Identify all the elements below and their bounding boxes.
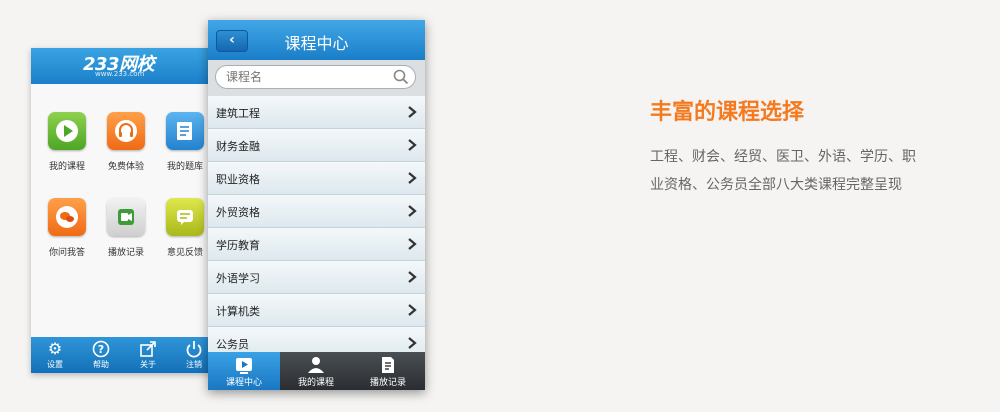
course-label: 学历教育 xyxy=(216,239,260,252)
tab-label: 播放记录 xyxy=(369,378,406,388)
settings-button[interactable]: ⚙ 设置 xyxy=(35,340,75,370)
power-icon xyxy=(174,340,211,358)
course-row-computer[interactable]: 计算机类 xyxy=(208,294,425,327)
tab-course-center[interactable]: 课程中心 xyxy=(208,352,280,390)
tab-label: 课程中心 xyxy=(225,378,262,388)
course-row-education[interactable]: 学历教育 xyxy=(208,228,425,261)
home-header: 233网校 www.233.com xyxy=(31,48,211,84)
feature-title: 丰富的课程选择 xyxy=(650,100,805,125)
chat-icon xyxy=(48,198,86,236)
course-label: 财务金融 xyxy=(216,140,260,153)
chevron-right-icon xyxy=(408,106,417,118)
tile-label: 你问我答 xyxy=(48,248,85,258)
share-icon xyxy=(128,340,168,358)
tile-qa[interactable]: 你问我答 xyxy=(41,198,93,258)
video-record-icon xyxy=(107,198,145,236)
tile-play-record[interactable]: 播放记录 xyxy=(100,198,152,258)
play-record-icon xyxy=(352,355,424,375)
chevron-right-icon xyxy=(408,337,417,349)
tile-label: 意见反馈 xyxy=(166,248,203,258)
settings-label: 设置 xyxy=(47,360,63,369)
tile-label: 播放记录 xyxy=(107,248,144,258)
course-row-professional[interactable]: 职业资格 xyxy=(208,162,425,195)
search-icon[interactable] xyxy=(393,69,409,85)
chevron-right-icon xyxy=(408,139,417,151)
course-center-screen: ‹ 课程中心 建筑工程 财务金融 职业资格 外贸资格 xyxy=(208,20,425,390)
search-bar xyxy=(208,60,425,97)
tile-my-courses[interactable]: 我的课程 xyxy=(41,112,93,172)
chevron-right-icon xyxy=(408,205,417,217)
feedback-icon xyxy=(166,198,204,236)
chevron-right-icon xyxy=(408,271,417,283)
headphones-icon xyxy=(107,112,145,150)
notebook-icon xyxy=(166,112,204,150)
about-button[interactable]: 关于 xyxy=(128,340,168,370)
about-label: 关于 xyxy=(140,360,156,369)
chevron-right-icon xyxy=(408,304,417,316)
tab-bar: 课程中心 我的课程 播放记录 xyxy=(208,352,425,390)
search-input[interactable] xyxy=(226,69,386,85)
course-row-finance[interactable]: 财务金融 xyxy=(208,129,425,162)
course-row-language[interactable]: 外语学习 xyxy=(208,261,425,294)
tile-question-bank[interactable]: 我的题库 xyxy=(159,112,211,172)
tab-label: 我的课程 xyxy=(297,378,334,388)
course-list: 建筑工程 财务金融 职业资格 外贸资格 学历教育 外语学习 计算机类 公务员 xyxy=(208,96,425,360)
tab-my-courses[interactable]: 我的课程 xyxy=(280,352,352,390)
my-course-icon xyxy=(280,355,352,375)
course-center-icon xyxy=(208,355,280,375)
course-label: 公务员 xyxy=(216,338,249,351)
chevron-right-icon xyxy=(408,238,417,250)
brand-url: www.233.com xyxy=(95,70,145,78)
logout-button[interactable]: 注销 xyxy=(174,340,211,370)
course-center-header: ‹ 课程中心 xyxy=(208,20,425,60)
course-label: 计算机类 xyxy=(216,305,260,318)
tile-label: 我的课程 xyxy=(48,162,85,172)
help-label: 帮助 xyxy=(93,360,109,369)
tile-free-trial[interactable]: 免费体验 xyxy=(100,112,152,172)
logout-label: 注销 xyxy=(186,360,202,369)
course-label: 外语学习 xyxy=(216,272,260,285)
page-title: 课程中心 xyxy=(284,34,349,53)
gear-icon: ⚙ xyxy=(47,339,63,358)
tile-label: 免费体验 xyxy=(107,162,144,172)
course-label: 职业资格 xyxy=(216,173,260,186)
course-row-trade[interactable]: 外贸资格 xyxy=(208,195,425,228)
tile-feedback[interactable]: 意见反馈 xyxy=(159,198,211,258)
chevron-right-icon xyxy=(408,172,417,184)
course-row-construction[interactable]: 建筑工程 xyxy=(208,96,425,129)
home-bottom-bar: ⚙ 设置 ? 帮助 关于 注销 xyxy=(31,337,211,373)
tab-play-record[interactable]: 播放记录 xyxy=(352,352,424,390)
tile-label: 我的题库 xyxy=(166,162,203,172)
help-button[interactable]: ? 帮助 xyxy=(81,340,121,370)
feature-description: 工程、财会、经贸、医卫、外语、学历、职业资格、公务员全部八大类课程完整呈现 xyxy=(650,149,916,193)
course-label: 外贸资格 xyxy=(216,206,260,219)
search-box xyxy=(215,65,416,89)
help-icon: ? xyxy=(81,340,121,358)
course-label: 建筑工程 xyxy=(216,107,260,120)
home-screen: 233网校 www.233.com 我的课程 免费体验 我的题库 你问我答 播放… xyxy=(31,48,211,373)
svg-text:?: ? xyxy=(98,343,104,356)
play-icon xyxy=(48,112,86,150)
